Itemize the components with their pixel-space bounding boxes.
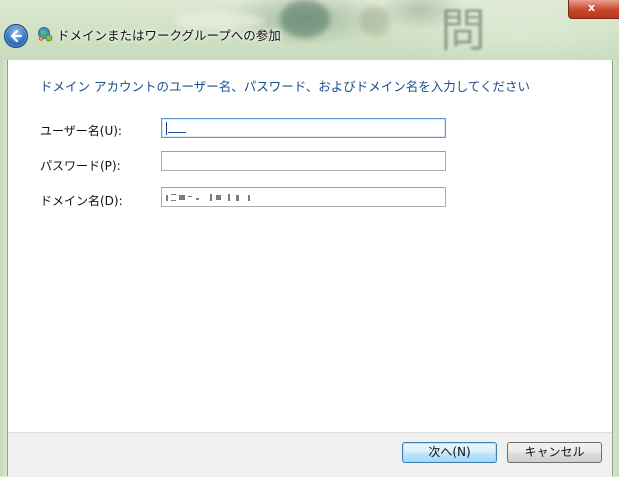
window-title: ドメインまたはワークグループへの参加: [57, 28, 281, 43]
text-caret: [166, 122, 167, 135]
username-label: ユーザー名(U):: [40, 124, 122, 138]
username-field[interactable]: [161, 118, 446, 138]
back-arrow-icon: [10, 29, 23, 43]
domain-field[interactable]: [161, 187, 446, 207]
network-globe-icon: [38, 27, 53, 42]
redacted-domain: [166, 194, 250, 201]
back-button[interactable]: [4, 24, 28, 48]
next-button[interactable]: 次へ(N): [402, 442, 497, 463]
background-blur: [360, 6, 390, 36]
cancel-button[interactable]: キャンセル: [507, 442, 602, 463]
password-field[interactable]: [161, 151, 446, 171]
dialog-footer: 次へ(N) キャンセル: [8, 432, 612, 477]
window-frame-right: [612, 60, 619, 476]
background-blur: [280, 0, 330, 38]
redacted-username: [168, 132, 186, 133]
dialog-content: ドメイン アカウントのユーザー名、パスワード、およびドメイン名を入力してください…: [8, 60, 612, 432]
close-icon: x: [588, 1, 596, 14]
password-label: パスワード(P):: [40, 159, 121, 173]
background-glyph: 問: [440, 3, 486, 57]
domain-label: ドメイン名(D):: [40, 194, 123, 208]
instruction-text: ドメイン アカウントのユーザー名、パスワード、およびドメイン名を入力してください: [40, 79, 530, 94]
window-frame-left: [0, 60, 8, 476]
close-button[interactable]: x: [568, 0, 619, 19]
